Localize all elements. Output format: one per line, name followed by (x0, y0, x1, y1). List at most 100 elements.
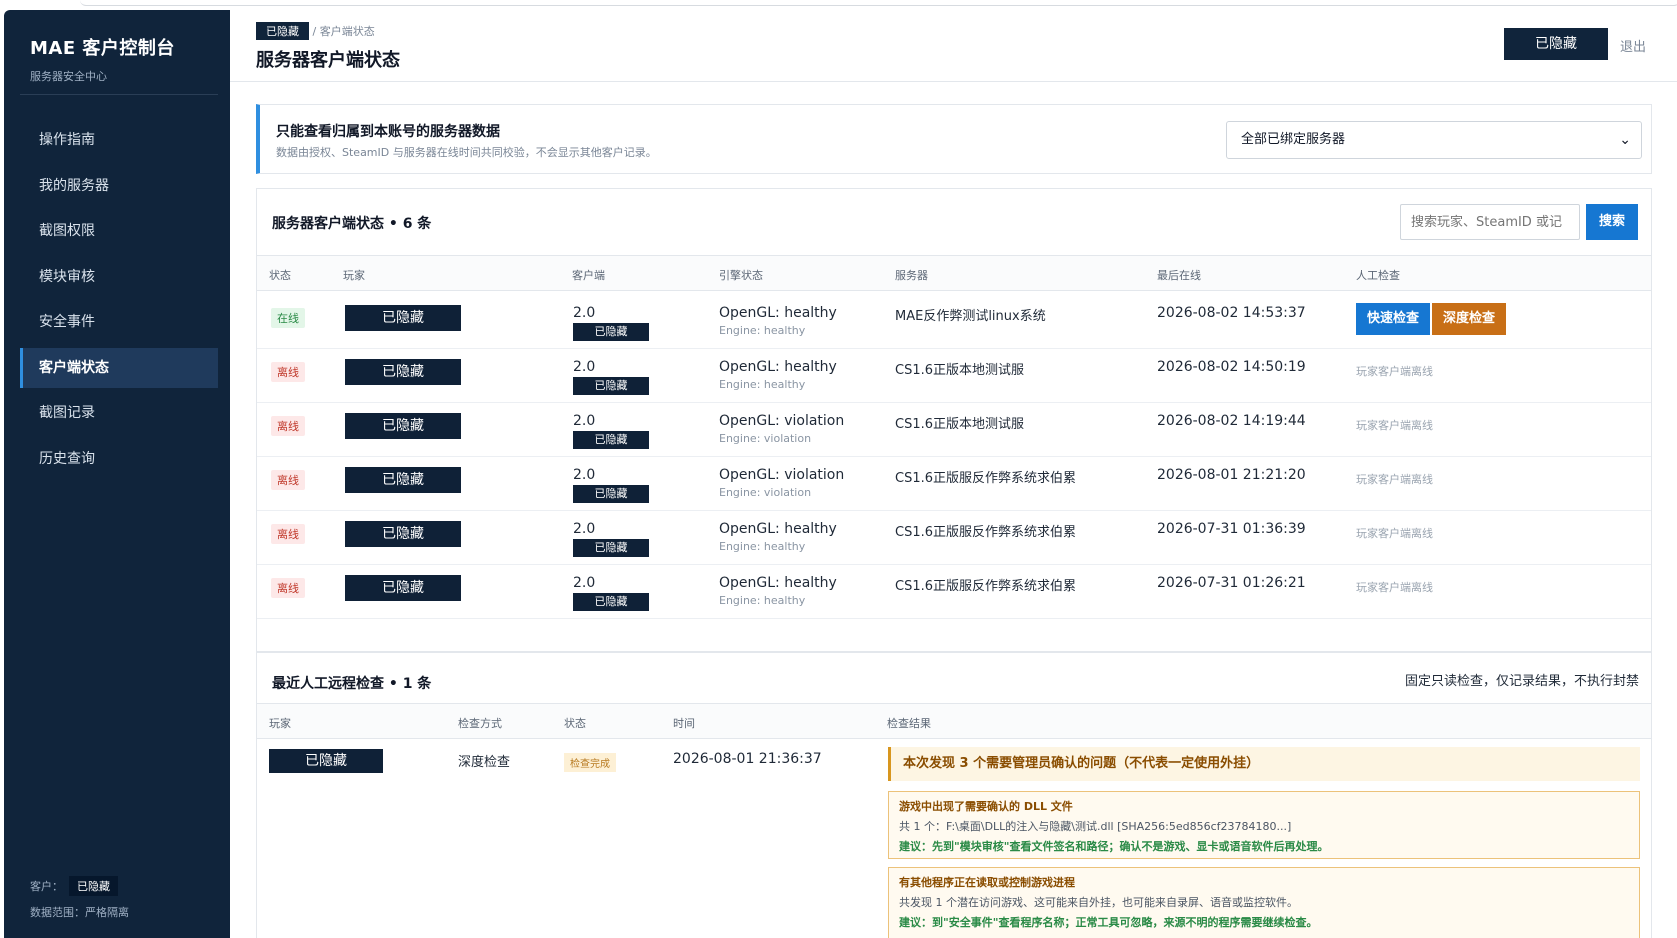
brand: MAE 客户控制台 服务器安全中心 (4, 10, 230, 84)
table-header: 玩家 检查方式 状态 时间 检查结果 (257, 703, 1651, 739)
sidebar-footer: 客户： 已隐藏 数据范围：严格隔离 (30, 868, 129, 920)
chevron-down-icon: ⌄ (1619, 132, 1631, 148)
server-name: CS1.6正版服反作弊系统求伯累 (895, 579, 1077, 594)
finding-suggestion: 建议：到"安全事件"查看程序名称；正常工具可忽略，来源不明的程序需要继续检查。 (899, 916, 1318, 929)
client-version: 2.0 (573, 575, 596, 591)
sidebar-item-security-events[interactable]: 安全事件 (20, 302, 218, 342)
panel-title: 服务器客户端状态 • 6 条 (272, 216, 432, 232)
finding-description: 共 1 个：F:\桌面\DLL的注入与隐藏\测试.dll [SHA256:5ed… (899, 820, 1292, 833)
server-filter-select[interactable]: 全部已绑定服务器 ⌄ (1226, 121, 1642, 159)
page-header: 已隐藏 / 客户端状态 服务器客户端状态 已隐藏 退出 (230, 10, 1677, 82)
server-name: MAE反作弊测试linux系统 (895, 309, 1046, 324)
sidebar-item-guide[interactable]: 操作指南 (20, 120, 218, 160)
status-badge: 检查完成 (564, 753, 616, 772)
player-name: 已隐藏 (345, 467, 461, 493)
client-version: 2.0 (573, 359, 596, 375)
client-id: 已隐藏 (573, 485, 649, 503)
breadcrumb-root[interactable]: 已隐藏 (256, 22, 309, 40)
engine-substatus: Engine: healthy (719, 540, 806, 553)
sidebar-nav: 操作指南 我的服务器 截图权限 模块审核 安全事件 客户端状态 截图记录 历史查… (20, 120, 218, 484)
col-last-seen: 最后在线 (1157, 269, 1201, 282)
engine-status: OpenGL: violation (719, 413, 845, 429)
finding-suggestion: 建议：先到"模块审核"查看文件签名和路径；确认不是游戏、显卡或语音软件后再处理。 (899, 840, 1329, 853)
breadcrumb-current: / 客户端状态 (312, 25, 375, 38)
readonly-note: 固定只读检查，仅记录结果，不执行封禁 (1404, 674, 1639, 689)
col-status: 状态 (564, 717, 586, 730)
player-name: 已隐藏 (269, 749, 383, 773)
table-row: 离线 已隐藏 2.0 已隐藏 OpenGL: healthy Engine: h… (257, 561, 1651, 619)
client-id: 已隐藏 (573, 431, 649, 449)
last-seen: 2026-08-02 14:50:19 (1157, 359, 1306, 375)
engine-status: OpenGL: healthy (719, 359, 837, 375)
sidebar-item-history-query[interactable]: 历史查询 (20, 439, 218, 479)
table-header: 状态 玩家 客户端 引擎状态 服务器 最后在线 人工检查 (257, 255, 1651, 291)
col-result: 检查结果 (887, 717, 931, 730)
engine-status: OpenGL: violation (719, 467, 845, 483)
status-badge: 离线 (271, 470, 305, 490)
brand-title: MAE 客户控制台 (30, 38, 175, 59)
client-id: 已隐藏 (573, 377, 649, 395)
engine-substatus: Engine: healthy (719, 378, 806, 391)
client-version: 2.0 (573, 467, 596, 483)
deep-check-button[interactable]: 深度检查 (1432, 303, 1506, 335)
finding-title: 有其他程序正在读取或控制游戏进程 (899, 876, 1075, 889)
server-name: CS1.6正版本地测试服 (895, 417, 1025, 432)
table-row: 离线 已隐藏 2.0 已隐藏 OpenGL: violation Engine:… (257, 453, 1651, 511)
engine-status: OpenGL: healthy (719, 305, 837, 321)
client-status-panel: 服务器客户端状态 • 6 条 搜索 状态 玩家 客户端 引擎状态 服务器 最后在… (256, 188, 1652, 652)
client-version: 2.0 (573, 521, 596, 537)
table-row: 离线 已隐藏 2.0 已隐藏 OpenGL: healthy Engine: h… (257, 507, 1651, 565)
col-server: 服务器 (895, 269, 928, 282)
status-badge: 离线 (271, 578, 305, 598)
client-version: 2.0 (573, 413, 596, 429)
col-engine: 引擎状态 (719, 269, 763, 282)
quick-check-button[interactable]: 快速检查 (1356, 303, 1430, 335)
col-time: 时间 (673, 717, 695, 730)
last-seen: 2026-07-31 01:36:39 (1157, 521, 1306, 537)
col-manual-check: 人工检查 (1356, 269, 1400, 282)
offline-note: 玩家客户端离线 (1356, 473, 1433, 486)
engine-substatus: Engine: healthy (719, 594, 806, 607)
brand-subtitle: 服务器安全中心 (30, 70, 107, 83)
offline-note: 玩家客户端离线 (1356, 527, 1433, 540)
offline-note: 玩家客户端离线 (1356, 581, 1433, 594)
page-title: 服务器客户端状态 (256, 50, 400, 71)
server-name: CS1.6正版本地测试服 (895, 363, 1025, 378)
finding-card: 游戏中出现了需要确认的 DLL 文件 共 1 个：F:\桌面\DLL的注入与隐藏… (888, 791, 1640, 859)
result-summary: 本次发现 3 个需要管理员确认的问题（不代表一定使用外挂） (888, 747, 1640, 781)
engine-substatus: Engine: violation (719, 432, 812, 445)
client-id: 已隐藏 (573, 593, 649, 611)
status-badge: 离线 (271, 362, 305, 382)
client-id: 已隐藏 (573, 539, 649, 557)
player-name: 已隐藏 (345, 575, 461, 601)
search-input[interactable] (1400, 204, 1580, 240)
server-name: CS1.6正版服反作弊系统求伯累 (895, 525, 1077, 540)
remote-check-panel: 最近人工远程检查 • 1 条 固定只读检查，仅记录结果，不执行封禁 玩家 检查方… (256, 652, 1652, 938)
finding-card: 有其他程序正在读取或控制游戏进程 共发现 1 个潜在访问游戏、这可能来自外挂，也… (888, 867, 1640, 938)
sidebar-item-my-servers[interactable]: 我的服务器 (20, 166, 218, 206)
sidebar-item-module-review[interactable]: 模块审核 (20, 257, 218, 297)
search-button[interactable]: 搜索 (1586, 204, 1638, 240)
check-time: 2026-08-01 21:36:37 (673, 751, 822, 767)
sidebar-item-client-status[interactable]: 客户端状态 (20, 347, 218, 388)
player-name: 已隐藏 (345, 305, 461, 331)
breadcrumb: 已隐藏 / 客户端状态 (256, 22, 375, 40)
customer-value: 已隐藏 (69, 876, 118, 896)
finding-description: 共发现 1 个潜在访问游戏、这可能来自外挂，也可能来自录屏、语音或监控软件。 (899, 896, 1298, 909)
notice-subtitle: 数据由授权、SteamID 与服务器在线时间共同校验，不会显示其他客户记录。 (276, 146, 657, 159)
logout-link[interactable]: 退出 (1620, 36, 1646, 55)
player-name: 已隐藏 (345, 359, 461, 385)
player-name: 已隐藏 (345, 521, 461, 547)
customer-label: 客户： (30, 880, 63, 893)
last-seen: 2026-07-31 01:26:21 (1157, 575, 1306, 591)
sidebar-item-screenshot-records[interactable]: 截图记录 (20, 393, 218, 433)
sidebar-item-screenshot-permission[interactable]: 截图权限 (20, 211, 218, 251)
status-badge: 离线 (271, 416, 305, 436)
offline-note: 玩家客户端离线 (1356, 365, 1433, 378)
table-row: 在线 已隐藏 2.0 已隐藏 OpenGL: healthy Engine: h… (257, 291, 1651, 349)
offline-note: 玩家客户端离线 (1356, 419, 1433, 432)
sidebar-divider (20, 94, 218, 95)
col-status: 状态 (269, 269, 291, 282)
player-name: 已隐藏 (345, 413, 461, 439)
user-menu[interactable]: 已隐藏 (1504, 28, 1608, 60)
